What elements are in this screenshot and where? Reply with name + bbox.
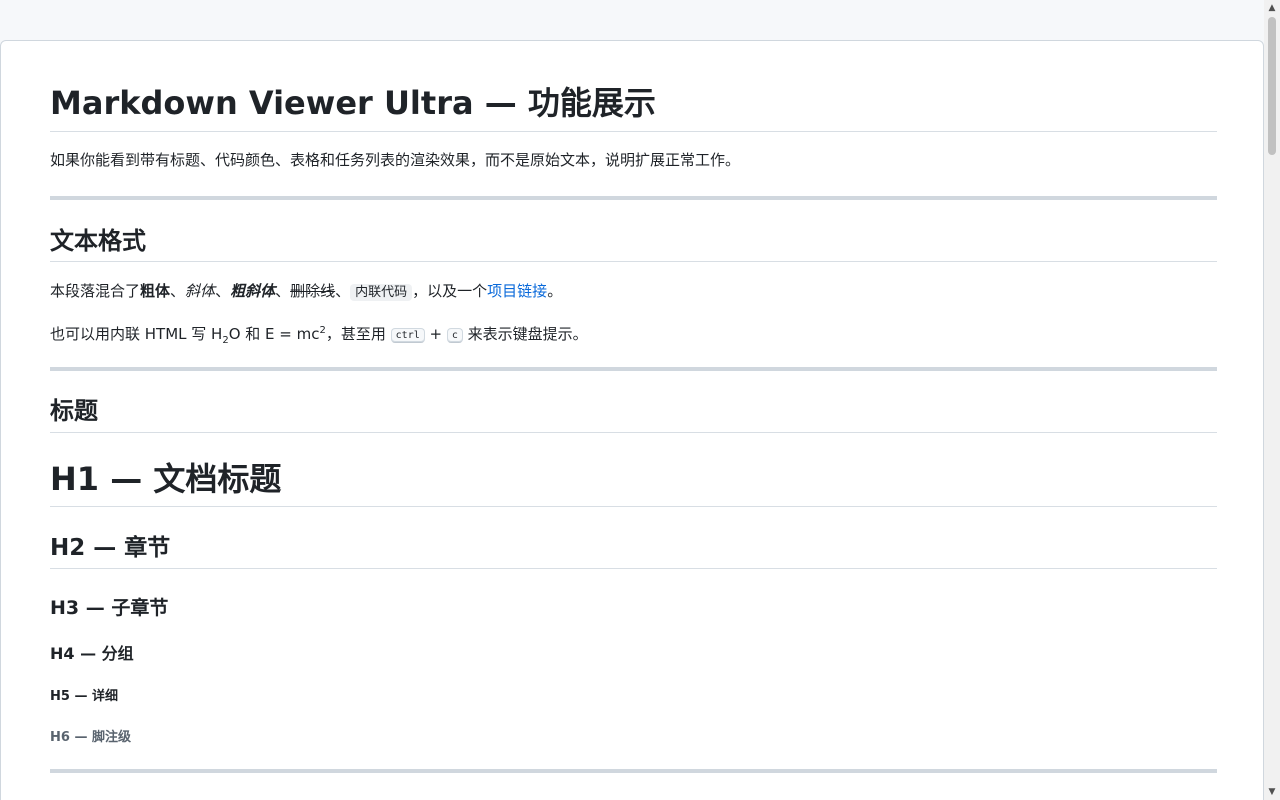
heading-h5-sample: H5 — 详细 xyxy=(50,689,118,704)
vertical-scrollbar[interactable]: ▲ ▼ xyxy=(1264,0,1280,800)
keyboard-key-ctrl: ctrl xyxy=(390,328,425,343)
text-segment: 本段落混合了 xyxy=(50,282,141,300)
formatting-paragraph: 本段落混合了粗体、斜体、粗斜体、删除线、 内联代码 ，以及一个项目链接。 xyxy=(50,280,562,304)
section-heading-text-format: 文本格式 xyxy=(50,227,146,255)
text-separator: 、 xyxy=(275,282,291,300)
markdown-body: Markdown Viewer Ultra — 功能展示 如果你能看到带有标题、… xyxy=(0,40,1264,800)
text-separator: 、 xyxy=(215,282,231,300)
keyboard-key-c: c xyxy=(446,328,463,343)
heading-underline xyxy=(50,261,1217,262)
heading-h4-sample: H4 — 分组 xyxy=(50,644,134,663)
heading-h1-sample: H1 — 文档标题 xyxy=(50,460,282,498)
heading-h6-sample: H6 — 脚注级 xyxy=(50,730,131,745)
triangle-up-icon[interactable]: ▲ xyxy=(1264,0,1280,16)
text-segment: 也可以用内联 HTML 写 H xyxy=(50,325,223,343)
horizontal-rule xyxy=(50,367,1217,371)
triangle-down-icon[interactable]: ▼ xyxy=(1264,784,1280,800)
inline-code: 内联代码 xyxy=(350,284,413,301)
text-segment: 。 xyxy=(547,282,563,300)
document-viewport: Markdown Viewer Ultra — 功能展示 如果你能看到带有标题、… xyxy=(0,0,1264,800)
bold-italic-text: 粗斜体 xyxy=(230,282,276,300)
strikethrough-text: 删除线 xyxy=(290,282,336,300)
text-separator: 、 xyxy=(335,282,351,300)
text-segment: + xyxy=(424,325,447,343)
horizontal-rule xyxy=(50,196,1217,200)
italic-text: 斜体 xyxy=(185,282,216,300)
heading-underline xyxy=(50,432,1217,433)
heading-underline xyxy=(50,506,1217,507)
heading-h2-sample: H2 — 章节 xyxy=(50,535,171,561)
inline-html-paragraph: 也可以用内联 HTML 写 H2O 和 E = mc2，甚至用 ctrl + c… xyxy=(50,320,588,352)
text-segment: ，甚至用 xyxy=(325,325,391,343)
page-title: Markdown Viewer Ultra — 功能展示 xyxy=(50,84,656,122)
text-segment: O 和 E = mc xyxy=(228,325,320,343)
heading-underline xyxy=(50,568,1217,569)
heading-h3-sample: H3 — 子章节 xyxy=(50,597,169,619)
intro-paragraph: 如果你能看到带有标题、代码颜色、表格和任务列表的渲染效果，而不是原始文本，说明扩… xyxy=(50,151,741,169)
section-heading-headings: 标题 xyxy=(50,397,98,425)
scrollbar-thumb[interactable] xyxy=(1268,17,1276,155)
bold-text: 粗体 xyxy=(140,282,171,300)
text-separator: 、 xyxy=(170,282,186,300)
project-link[interactable]: 项目链接 xyxy=(487,282,547,300)
text-segment: ，以及一个 xyxy=(412,282,488,300)
horizontal-rule xyxy=(50,769,1217,773)
title-underline xyxy=(50,131,1217,132)
text-segment: 来表示键盘提示。 xyxy=(462,325,588,343)
